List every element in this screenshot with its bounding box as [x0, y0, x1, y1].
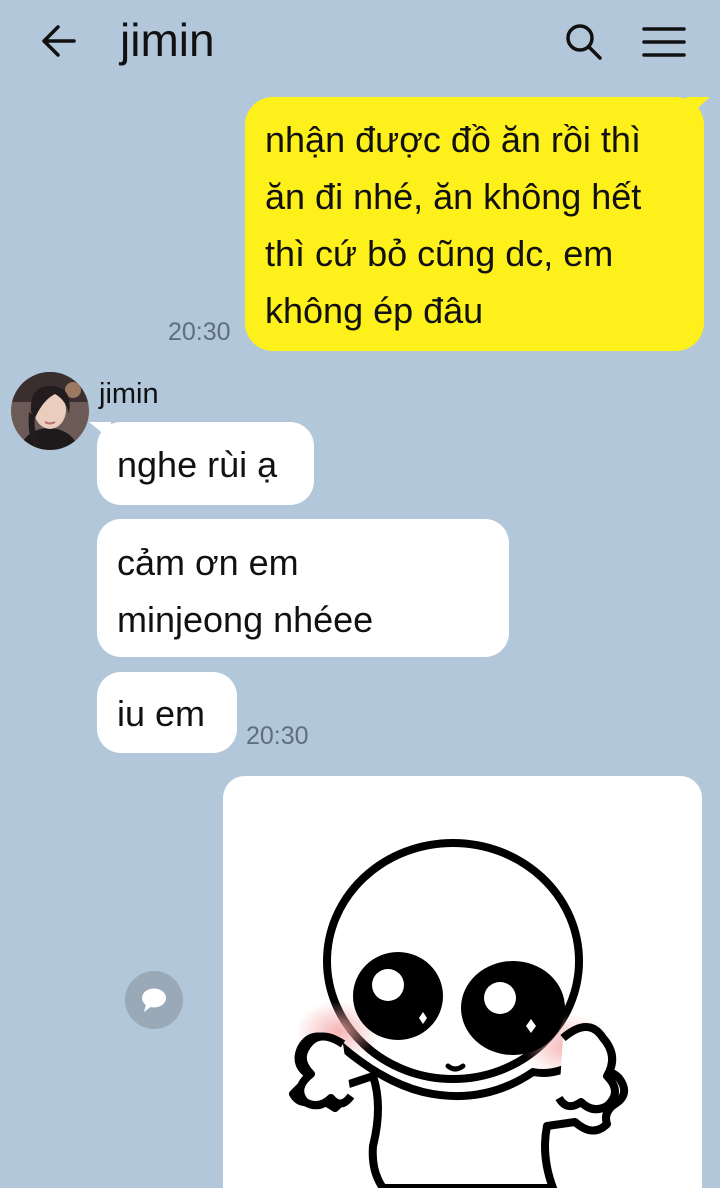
back-button[interactable] — [34, 20, 82, 62]
hamburger-menu-icon — [642, 27, 686, 57]
incoming-message-bubble[interactable]: nghe rùi ạ — [97, 422, 314, 505]
message-line: iu em — [117, 693, 206, 734]
speech-bubble-icon — [142, 988, 166, 1012]
profile-photo-icon — [11, 372, 89, 450]
sender-name: jimin — [99, 378, 159, 410]
menu-button[interactable] — [638, 18, 690, 66]
incoming-message-bubble[interactable]: cảm ơn em minjeong nhéee — [97, 519, 509, 657]
reply-button[interactable] — [125, 971, 183, 1029]
chat-header: jimin — [0, 0, 720, 84]
message-line: cảm ơn em — [117, 542, 299, 583]
message-line: ăn đi nhé, ăn không hết — [265, 176, 642, 217]
bubble-tail — [686, 97, 710, 117]
incoming-message-bubble[interactable]: iu em — [97, 672, 237, 753]
blushing-creature-sticker — [289, 839, 629, 1188]
arrow-left-icon — [42, 25, 76, 57]
search-icon — [566, 24, 602, 60]
chat-title: jimin — [120, 14, 215, 66]
avatar[interactable] — [11, 372, 89, 450]
message-line: thì cứ bỏ cũng dc, em — [265, 233, 614, 274]
search-button[interactable] — [560, 18, 608, 66]
message-line: minjeong nhéee — [117, 599, 374, 640]
message-line: không ép đâu — [265, 290, 484, 331]
sticker-message[interactable] — [223, 776, 702, 1188]
message-line: nghe rùi ạ — [117, 444, 278, 485]
message-time: 20:30 — [246, 722, 309, 750]
outgoing-message-bubble[interactable]: nhận được đồ ăn rồi thì ăn đi nhé, ăn kh… — [245, 97, 704, 351]
message-line: nhận được đồ ăn rồi thì — [265, 119, 641, 160]
message-time: 20:30 — [168, 318, 231, 346]
